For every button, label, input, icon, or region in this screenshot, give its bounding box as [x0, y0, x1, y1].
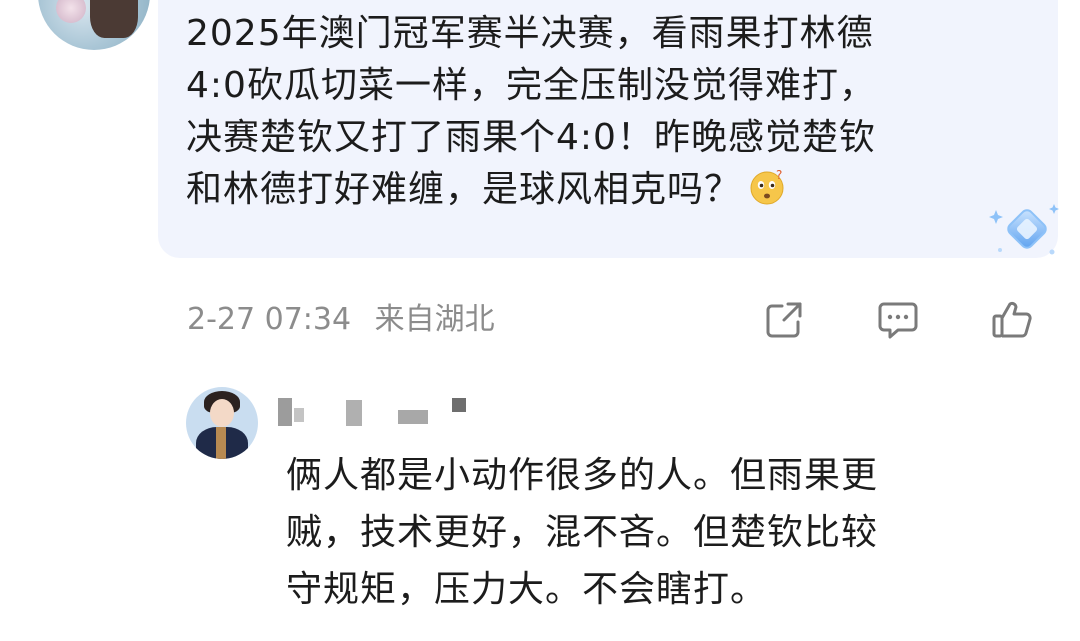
post-line-2: 4:0砍瓜切菜一样，完全压制没觉得难打，	[186, 65, 876, 106]
reply-text: 俩人都是小动作很多的人。但雨果更 贼，技术更好，混不吝。但楚钦比较 守规矩，压力…	[286, 447, 1046, 618]
post-meta: 2-27 07:34 来自湖北	[187, 300, 495, 340]
post-text: 2025年澳门冠军赛半决赛，看雨果打林德 4:0砍瓜切菜一样，完全压制没觉得难打…	[186, 8, 1036, 216]
thinking-face-emoji: ?	[750, 168, 784, 205]
redaction-block	[294, 408, 304, 422]
comment-thread: 2025年澳门冠军赛半决赛，看雨果打林德 4:0砍瓜切菜一样，完全压制没觉得难打…	[0, 0, 1080, 641]
post-location: 来自湖北	[374, 302, 495, 337]
reply-line-3: 守规矩，压力大。不会瞎打。	[286, 569, 768, 610]
reply-author-avatar[interactable]	[186, 387, 258, 459]
reply-line-1: 俩人都是小动作很多的人。但雨果更	[286, 455, 879, 496]
redaction-block	[346, 400, 362, 426]
redaction-block	[278, 398, 292, 426]
reply-line-2: 贼，技术更好，混不吝。但楚钦比较	[286, 512, 879, 553]
post-date: 2-27 07:34	[187, 302, 352, 337]
share-icon[interactable]	[762, 298, 806, 342]
avatar-sash	[216, 427, 226, 459]
reply-author-name-redacted[interactable]	[276, 394, 476, 428]
avatar-hair	[90, 0, 138, 38]
sparkle-diamond-badge	[989, 204, 1059, 255]
redaction-block	[452, 398, 466, 412]
svg-text:?: ?	[776, 168, 783, 182]
comment-icon[interactable]	[876, 298, 920, 342]
redaction-block	[398, 410, 428, 424]
post-bubble[interactable]: 2025年澳门冠军赛半决赛，看雨果打林德 4:0砍瓜切菜一样，完全压制没觉得难打…	[158, 0, 1059, 258]
avatar-flower	[56, 0, 86, 23]
post-line-4: 和林德打好难缠，是球风相克吗？	[186, 169, 742, 210]
post-author-avatar[interactable]	[38, 0, 150, 50]
post-line-1: 2025年澳门冠军赛半决赛，看雨果打林德	[186, 13, 874, 54]
thumbs-up-icon[interactable]	[990, 298, 1034, 342]
post-line-3: 决赛楚钦又打了雨果个4:0！昨晚感觉楚钦	[186, 117, 876, 158]
avatar-face	[210, 399, 234, 427]
